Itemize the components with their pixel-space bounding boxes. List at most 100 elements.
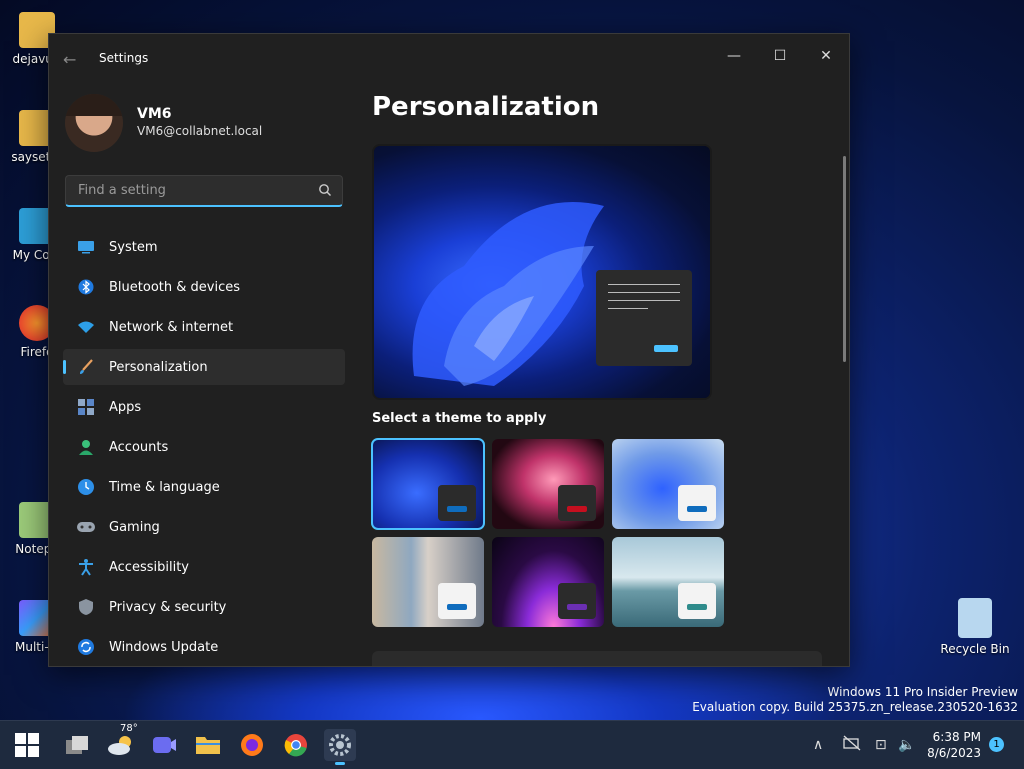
next-setting-card[interactable]: [372, 651, 822, 666]
volume-icon[interactable]: 🔈: [898, 737, 915, 753]
theme-glow[interactable]: [492, 439, 604, 529]
theme-windows-dark[interactable]: [371, 438, 485, 530]
start-button[interactable]: [11, 729, 43, 761]
active-app-indicator: [335, 762, 345, 765]
desktop-icon-recycle-bin[interactable]: Recycle Bin: [940, 598, 1010, 656]
taskbar-firefox[interactable]: [236, 729, 268, 761]
shield-icon: [75, 596, 97, 618]
sidebar-item-label: Personalization: [109, 359, 208, 375]
settings-window: ← Settings — ☐ ✕ VM6 VM6@collabnet.local…: [48, 33, 850, 667]
watermark-line: Evaluation copy. Build 25375.zn_release.…: [692, 700, 1018, 714]
preview-line: [608, 292, 680, 293]
minimize-button[interactable]: —: [711, 40, 757, 72]
notification-badge[interactable]: 1: [989, 737, 1004, 752]
theme-accent-bar: [687, 506, 707, 512]
sidebar-item-label: Apps: [109, 399, 142, 415]
weather-cloud-icon: [108, 736, 131, 755]
preview-accent-button: [654, 345, 678, 352]
sidebar-item-label: Privacy & security: [109, 599, 227, 615]
theme-sunrise[interactable]: [612, 537, 724, 627]
preview-window-mock: [596, 270, 692, 366]
theme-flowers[interactable]: [372, 537, 484, 627]
theme-accent-bar: [447, 506, 467, 512]
scrollbar[interactable]: [843, 156, 846, 362]
sidebar-item-label: Windows Update: [109, 639, 219, 655]
back-button[interactable]: ←: [63, 50, 83, 69]
folder-icon: [196, 737, 220, 754]
sidebar-item-network[interactable]: Network & internet: [63, 309, 345, 345]
maximize-button[interactable]: ☐: [757, 40, 803, 72]
bluetooth-icon: [75, 276, 97, 298]
sidebar-item-accessibility[interactable]: Accessibility: [63, 549, 345, 585]
taskbar-settings[interactable]: [324, 729, 356, 765]
sidebar-item-personalization[interactable]: Personalization: [63, 349, 345, 385]
search-box[interactable]: [65, 175, 343, 207]
time-language-icon: [75, 476, 97, 498]
page-title: Personalization: [372, 92, 600, 122]
watermark-line: Windows 11 Pro Insider Preview: [827, 685, 1018, 699]
accessibility-icon: [75, 556, 97, 578]
theme-chip: [438, 485, 476, 521]
sidebar-item-label: Network & internet: [109, 319, 234, 335]
windows-logo-icon: [15, 733, 39, 757]
sidebar-item-gaming[interactable]: Gaming: [63, 509, 345, 545]
title-bar[interactable]: ← Settings — ☐ ✕: [49, 34, 849, 82]
taskbar-file-explorer[interactable]: [192, 729, 224, 761]
search-icon[interactable]: [318, 183, 332, 197]
theme-accent-bar: [447, 604, 467, 610]
sidebar-item-label: Accessibility: [109, 559, 189, 575]
avatar[interactable]: [65, 94, 123, 152]
network-offline-icon[interactable]: [843, 735, 861, 755]
sidebar-item-bluetooth[interactable]: Bluetooth & devices: [63, 269, 345, 305]
sidebar-item-label: Accounts: [109, 439, 169, 455]
theme-chip: [558, 583, 596, 619]
sidebar-item-apps[interactable]: Apps: [63, 389, 345, 425]
recycle-bin-icon: [958, 598, 992, 638]
chrome-icon: [284, 734, 307, 757]
user-name: VM6: [137, 106, 172, 122]
sidebar-item-accounts[interactable]: Accounts: [63, 429, 345, 465]
theme-chip: [678, 583, 716, 619]
weather-temp: 78°: [120, 723, 138, 734]
sidebar-nav: System Bluetooth & devices Network & int…: [63, 229, 345, 666]
sidebar-item-privacy-security[interactable]: Privacy & security: [63, 589, 345, 625]
theme-chip: [438, 583, 476, 619]
taskbar-teams[interactable]: [148, 729, 180, 761]
task-view-icon: [66, 736, 88, 754]
theme-chip: [678, 485, 716, 521]
theme-windows-light[interactable]: [612, 439, 724, 529]
search-input[interactable]: [76, 182, 310, 199]
network-icon[interactable]: ⊡: [875, 737, 887, 753]
window-title: Settings: [99, 51, 149, 65]
preview-line: [608, 284, 680, 285]
clock[interactable]: 6:38 PM 8/6/2023: [925, 729, 981, 761]
theme-accent-bar: [567, 506, 587, 512]
task-view-button[interactable]: [61, 729, 93, 761]
brush-icon: [75, 356, 97, 378]
show-hidden-icons-button[interactable]: ∧: [813, 737, 823, 753]
preview-line: [608, 308, 648, 309]
windows-update-icon: [75, 636, 97, 658]
video-chat-icon: [153, 737, 176, 753]
preview-line: [608, 300, 680, 301]
sidebar-item-time-language[interactable]: Time & language: [63, 469, 345, 505]
sidebar-item-label: Gaming: [109, 519, 160, 535]
theme-heading: Select a theme to apply: [372, 411, 547, 426]
sidebar-item-label: Time & language: [109, 479, 220, 495]
theme-accent-bar: [567, 604, 587, 610]
sidebar-item-label: System: [109, 239, 158, 255]
theme-accent-bar: [687, 604, 707, 610]
close-button[interactable]: ✕: [803, 40, 849, 72]
sidebar-item-windows-update[interactable]: Windows Update: [63, 629, 345, 665]
taskbar: 78° ∧ ⊡ 🔈 6:38 PM 8/6/2023 1: [0, 720, 1024, 769]
theme-captured-motion[interactable]: [492, 537, 604, 627]
taskbar-chrome[interactable]: [280, 729, 312, 761]
system-icon: [75, 236, 97, 258]
accounts-icon: [75, 436, 97, 458]
firefox-icon: [241, 734, 263, 756]
user-email: VM6@collabnet.local: [137, 124, 263, 138]
sidebar-item-system[interactable]: System: [63, 229, 345, 265]
theme-preview: [372, 144, 712, 400]
apps-icon: [75, 396, 97, 418]
gear-icon: [329, 734, 351, 756]
